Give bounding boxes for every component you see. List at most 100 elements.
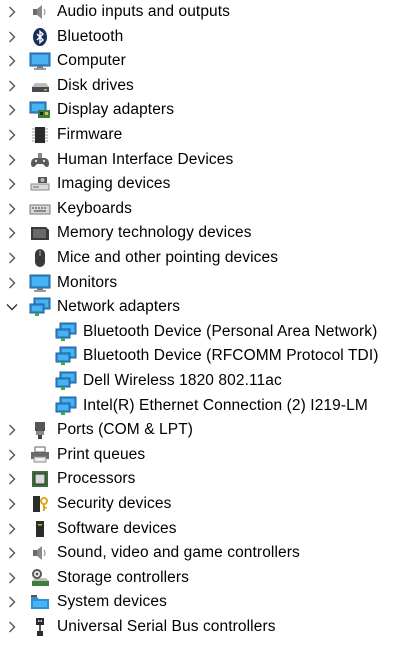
chevron-right-icon[interactable] xyxy=(5,521,19,537)
tree-item-label: Human Interface Devices xyxy=(57,150,234,168)
network-adapter-icon xyxy=(55,346,77,366)
chevron-right-icon[interactable] xyxy=(5,275,19,291)
memory-card-icon xyxy=(29,223,51,243)
chevron-right-icon[interactable] xyxy=(5,53,19,69)
mouse-icon xyxy=(29,248,51,268)
chevron-right-icon[interactable] xyxy=(5,78,19,94)
tree-item-label: Software devices xyxy=(57,519,177,537)
tree-item-label: Dell Wireless 1820 802.11ac xyxy=(83,372,282,389)
chevron-right-icon[interactable] xyxy=(5,471,19,487)
tree-item-computer[interactable]: Computer xyxy=(0,49,400,74)
chevron-right-icon[interactable] xyxy=(5,545,19,561)
network-adapter-icon xyxy=(55,322,77,342)
tree-item-dell-wireless[interactable]: Dell Wireless 1820 802.11ac xyxy=(0,369,400,394)
tree-item-disk-drives[interactable]: Disk drives xyxy=(0,74,400,99)
tree-item-label: Computer xyxy=(57,52,126,70)
monitor-icon xyxy=(29,273,51,293)
tree-item-label: Security devices xyxy=(57,495,172,512)
tree-item-intel-ethernet[interactable]: Intel(R) Ethernet Connection (2) I219-LM xyxy=(0,394,400,419)
chevron-down-icon[interactable] xyxy=(5,299,19,315)
chevron-right-icon[interactable] xyxy=(5,29,19,45)
chevron-right-icon[interactable] xyxy=(5,570,19,586)
tree-item-processors[interactable]: Processors xyxy=(0,467,400,492)
system-folder-icon xyxy=(29,592,51,612)
tree-item-label: Intel(R) Ethernet Connection (2) I219-LM xyxy=(83,396,368,414)
security-key-icon xyxy=(29,494,51,514)
tree-item-label: Mice and other pointing devices xyxy=(57,249,279,266)
chevron-right-icon[interactable] xyxy=(5,250,19,266)
usb-icon xyxy=(29,617,51,637)
tree-item-audio-inputs-and-outputs[interactable]: Audio inputs and outputs xyxy=(0,0,400,25)
tree-item-ports[interactable]: Ports (COM & LPT) xyxy=(0,418,400,443)
tree-item-sound-video-game-controllers[interactable]: Sound, video and game controllers xyxy=(0,541,400,566)
tree-item-print-queues[interactable]: Print queues xyxy=(0,443,400,468)
tree-item-security-devices[interactable]: Security devices xyxy=(0,492,400,517)
tree-item-keyboards[interactable]: Keyboards xyxy=(0,197,400,222)
network-adapter-icon xyxy=(55,371,77,391)
tree-item-human-interface-devices[interactable]: Human Interface Devices xyxy=(0,148,400,173)
tree-item-label: Monitors xyxy=(57,273,118,291)
tree-item-label: Display adapters xyxy=(57,101,175,119)
tree-item-system-devices[interactable]: System devices xyxy=(0,590,400,615)
tree-item-label: Disk drives xyxy=(57,76,134,94)
tree-item-label: System devices xyxy=(57,593,167,611)
tree-item-label: Firmware xyxy=(57,126,123,143)
chevron-right-icon[interactable] xyxy=(5,422,19,438)
tree-item-software-devices[interactable]: Software devices xyxy=(0,517,400,542)
chevron-right-icon[interactable] xyxy=(5,594,19,610)
port-icon xyxy=(29,420,51,440)
tree-item-label: Print queues xyxy=(57,445,146,463)
tree-item-label: Memory technology devices xyxy=(57,224,252,242)
chevron-right-icon[interactable] xyxy=(5,127,19,143)
chevron-right-icon[interactable] xyxy=(5,496,19,512)
computer-monitor-icon xyxy=(29,51,51,71)
tree-item-label: Sound, video and game controllers xyxy=(57,544,300,562)
network-adapter-icon xyxy=(29,297,51,317)
tree-item-label: Ports (COM & LPT) xyxy=(57,421,194,439)
tree-item-firmware[interactable]: Firmware xyxy=(0,123,400,148)
tree-item-label: Audio inputs and outputs xyxy=(57,3,231,20)
chevron-right-icon[interactable] xyxy=(5,447,19,463)
tree-item-memory-technology-devices[interactable]: Memory technology devices xyxy=(0,221,400,246)
processor-icon xyxy=(29,469,51,489)
chevron-right-icon[interactable] xyxy=(5,619,19,635)
tree-item-label: Universal Serial Bus controllers xyxy=(57,618,276,635)
keyboard-icon xyxy=(29,199,51,219)
software-device-icon xyxy=(29,519,51,539)
tree-item-label: Keyboards xyxy=(57,199,133,217)
device-tree: Audio inputs and outputs Bluetooth Compu… xyxy=(0,0,400,647)
tree-item-network-adapters[interactable]: Network adapters xyxy=(0,295,400,320)
tree-item-label: Bluetooth Device (Personal Area Network) xyxy=(83,322,378,340)
chevron-right-icon[interactable] xyxy=(5,4,19,20)
storage-controller-icon xyxy=(29,568,51,588)
chevron-right-icon[interactable] xyxy=(5,152,19,168)
bluetooth-icon xyxy=(29,27,51,47)
camera-icon xyxy=(29,174,51,194)
network-adapter-icon xyxy=(55,396,77,416)
tree-item-mice-and-other-pointing-devices[interactable]: Mice and other pointing devices xyxy=(0,246,400,271)
tree-item-bluetooth-device-pan[interactable]: Bluetooth Device (Personal Area Network) xyxy=(0,320,400,345)
display-adapter-icon xyxy=(29,100,51,120)
tree-item-label: Processors xyxy=(57,470,136,488)
chevron-right-icon[interactable] xyxy=(5,102,19,118)
chevron-right-icon[interactable] xyxy=(5,201,19,217)
tree-item-display-adapters[interactable]: Display adapters xyxy=(0,98,400,123)
tree-item-imaging-devices[interactable]: Imaging devices xyxy=(0,172,400,197)
tree-item-bluetooth-device-rfcomm[interactable]: Bluetooth Device (RFCOMM Protocol TDI) xyxy=(0,344,400,369)
disk-drive-icon xyxy=(29,76,51,96)
tree-item-label: Imaging devices xyxy=(57,175,171,193)
tree-item-usb-controllers[interactable]: Universal Serial Bus controllers xyxy=(0,615,400,640)
tree-item-monitors[interactable]: Monitors xyxy=(0,271,400,296)
tree-item-label: Storage controllers xyxy=(57,568,189,586)
printer-icon xyxy=(29,445,51,465)
tree-item-label: Bluetooth Device (RFCOMM Protocol TDI) xyxy=(83,347,379,365)
speaker-icon xyxy=(29,543,51,563)
chevron-right-icon[interactable] xyxy=(5,225,19,241)
tree-item-storage-controllers[interactable]: Storage controllers xyxy=(0,566,400,591)
tree-item-label: Network adapters xyxy=(57,298,181,316)
tree-item-bluetooth[interactable]: Bluetooth xyxy=(0,25,400,50)
chevron-right-icon[interactable] xyxy=(5,176,19,192)
speaker-icon xyxy=(29,2,51,22)
hid-icon xyxy=(29,150,51,170)
firmware-chip-icon xyxy=(29,125,51,145)
